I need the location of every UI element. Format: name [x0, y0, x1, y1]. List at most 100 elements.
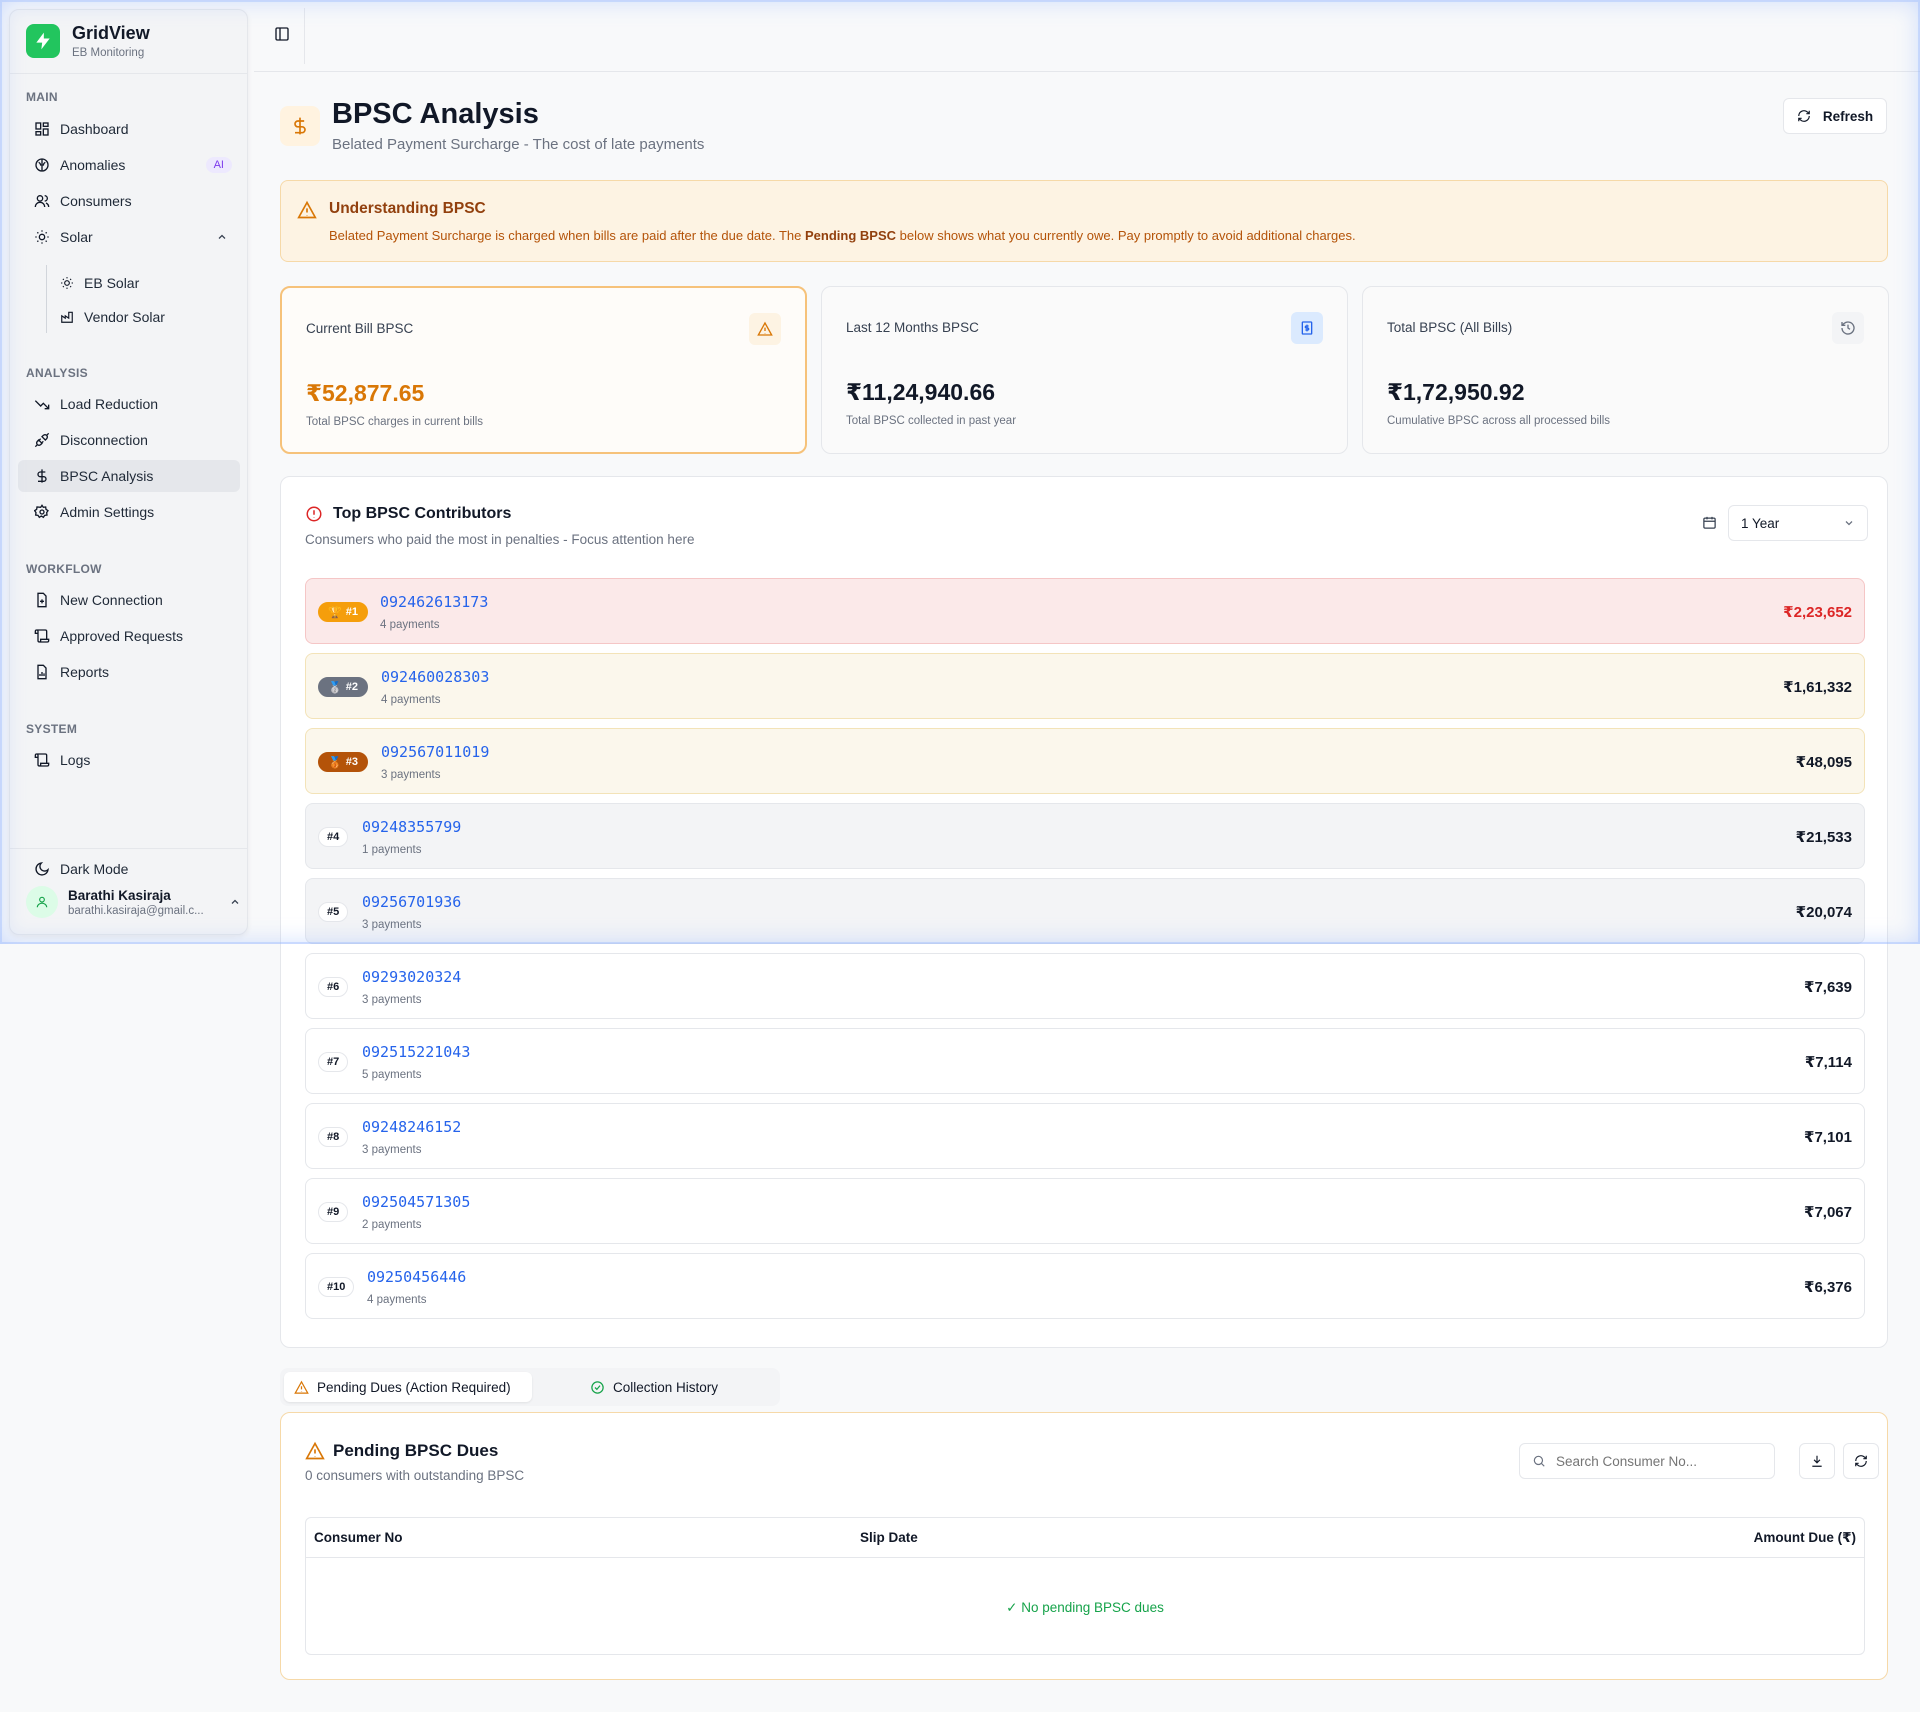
contributor-row[interactable]: #8 09248246152 3 payments ₹7,101	[305, 1103, 1865, 1169]
rank-badge: #5	[318, 902, 349, 922]
tab-pending-dues[interactable]: Pending Dues (Action Required)	[284, 1372, 532, 1402]
pending-title: Pending BPSC Dues	[333, 1441, 499, 1460]
info-banner: Understanding BPSC Belated Payment Surch…	[280, 180, 1888, 262]
topbar	[254, 0, 1920, 72]
consumer-link[interactable]: 092462613173	[380, 593, 488, 611]
sidebar-item-approved-requests[interactable]: Approved Requests	[18, 620, 240, 652]
column-slip-date[interactable]: Slip Date	[860, 1530, 918, 1545]
stat-card-current: Current Bill BPSC ₹52,877.65 Total BPSC …	[280, 286, 807, 454]
consumer-link[interactable]: 092567011019	[381, 743, 489, 761]
amount: ₹7,101	[1804, 1129, 1852, 1146]
sidebar-item-label: Dashboard	[60, 121, 129, 137]
amount: ₹2,23,652	[1783, 604, 1852, 621]
sidebar-item-vendor-solar[interactable]: Vendor Solar	[48, 301, 238, 333]
sidebar-item-consumers[interactable]: Consumers	[18, 185, 240, 217]
contributors-subtitle: Consumers who paid the most in penalties…	[305, 532, 695, 547]
user-email: barathi.kasiraja@gmail.c...	[68, 904, 204, 917]
warning-icon	[305, 1441, 325, 1461]
contributor-row[interactable]: #5 09256701936 3 payments ₹20,074	[305, 878, 1865, 944]
amount: ₹7,114	[1804, 1054, 1852, 1071]
brand[interactable]: GridView EB Monitoring	[26, 23, 150, 59]
rank-badge: 🏆 #1	[318, 602, 368, 622]
consumer-link[interactable]: 09248246152	[362, 1118, 461, 1136]
rank-badge: #9	[318, 1202, 349, 1222]
amount: ₹7,067	[1804, 1204, 1852, 1221]
sidebar-item-solar[interactable]: Solar	[18, 221, 240, 253]
amount: ₹48,095	[1795, 754, 1852, 771]
consumer-link[interactable]: 092504571305	[362, 1193, 470, 1211]
sidebar-item-admin-settings[interactable]: Admin Settings	[18, 496, 240, 528]
sidebar-item-label: Admin Settings	[60, 504, 155, 520]
divider	[304, 8, 305, 64]
user-menu[interactable]: Barathi Kasiraja barathi.kasiraja@gmail.…	[26, 886, 241, 918]
brand-subtitle: EB Monitoring	[72, 46, 145, 59]
consumer-link[interactable]: 09293020324	[362, 968, 461, 986]
contributor-row[interactable]: #4 09248355799 1 payments ₹21,533	[305, 803, 1865, 869]
sidebar: GridView EB Monitoring MAIN Dashboard An…	[9, 9, 248, 935]
warning-icon	[297, 200, 317, 220]
chevron-down-icon	[1843, 517, 1855, 529]
sidebar-item-bpsc-analysis[interactable]: BPSC Analysis	[18, 460, 240, 492]
contributor-row[interactable]: 🏆 #1 092462613173 4 payments ₹2,23,652	[305, 578, 1865, 644]
sidebar-item-anomalies[interactable]: Anomalies AI	[18, 149, 240, 181]
sidebar-item-load-reduction[interactable]: Load Reduction	[18, 388, 240, 420]
sidebar-item-reports[interactable]: Reports	[18, 656, 240, 688]
stat-card-last-12-months: Last 12 Months BPSC ₹11,24,940.66 Total …	[821, 286, 1348, 454]
sidebar-item-disconnection[interactable]: Disconnection	[18, 424, 240, 456]
sidebar-item-dashboard[interactable]: Dashboard	[18, 113, 240, 145]
download-button[interactable]	[1799, 1443, 1835, 1479]
pending-subtitle: 0 consumers with outstanding BPSC	[305, 1468, 525, 1483]
consumer-link[interactable]: 092515221043	[362, 1043, 470, 1061]
sidebar-item-logs[interactable]: Logs	[18, 744, 240, 776]
section-main: MAIN	[26, 90, 58, 104]
table-header: Consumer No Slip Date Amount Due (₹)	[306, 1518, 1864, 1558]
gear-icon	[34, 504, 50, 520]
contributor-row[interactable]: 🥈 #2 092460028303 4 payments ₹1,61,332	[305, 653, 1865, 719]
dark-mode-toggle[interactable]: Dark Mode	[18, 853, 240, 885]
period-select[interactable]: 1 Year	[1728, 505, 1868, 541]
column-amount-due[interactable]: Amount Due (₹)	[1754, 1530, 1856, 1546]
contributor-row[interactable]: #9 092504571305 2 payments ₹7,067	[305, 1178, 1865, 1244]
consumer-link[interactable]: 09248355799	[362, 818, 461, 836]
column-consumer-no[interactable]: Consumer No	[314, 1530, 403, 1545]
empty-state-message: ✓ No pending BPSC dues	[1006, 1600, 1164, 1615]
tab-collection-history[interactable]: Collection History	[580, 1372, 728, 1402]
payment-count: 3 payments	[381, 769, 441, 781]
consumer-link[interactable]: 09250456446	[367, 1268, 466, 1286]
scroll-icon	[34, 628, 50, 644]
sidebar-item-new-connection[interactable]: New Connection	[18, 584, 240, 616]
rank-badge: #6	[318, 977, 349, 997]
sidebar-item-label: Reports	[60, 664, 110, 680]
factory-icon	[60, 310, 74, 324]
rank-badge: #4	[318, 827, 349, 847]
rank-badge: 🥉 #3	[318, 752, 368, 772]
amount: ₹6,376	[1804, 1279, 1852, 1296]
reload-button[interactable]	[1843, 1443, 1879, 1479]
divider	[10, 848, 247, 849]
search-icon	[1532, 1454, 1546, 1468]
contributor-row[interactable]: 🥉 #3 092567011019 3 payments ₹48,095	[305, 728, 1865, 794]
divider	[10, 73, 247, 74]
consumer-link[interactable]: 092460028303	[381, 668, 489, 686]
avatar	[26, 886, 58, 918]
rank-label: #1	[345, 606, 358, 618]
sidebar-toggle-icon[interactable]	[274, 26, 290, 42]
sidebar-item-eb-solar[interactable]: EB Solar	[48, 267, 238, 299]
sun-small-icon	[60, 276, 74, 290]
dues-tabs: Pending Dues (Action Required) Collectio…	[280, 1368, 780, 1406]
consumer-link[interactable]: 09256701936	[362, 893, 461, 911]
contributor-row[interactable]: #10 09250456446 4 payments ₹6,376	[305, 1253, 1865, 1319]
section-system: SYSTEM	[26, 722, 78, 736]
check-circle-icon	[590, 1380, 605, 1395]
contributors-title: Top BPSC Contributors	[333, 505, 512, 522]
contributor-row[interactable]: #6 09293020324 3 payments ₹7,639	[305, 953, 1865, 1019]
sidebar-item-label: Vendor Solar	[84, 309, 165, 325]
contributor-row[interactable]: #7 092515221043 5 payments ₹7,114	[305, 1028, 1865, 1094]
users-icon	[34, 193, 50, 209]
brand-name: GridView	[72, 23, 150, 43]
search-input[interactable]	[1556, 1453, 1756, 1469]
page-title: BPSC Analysis	[332, 98, 539, 130]
payment-count: 3 payments	[362, 1144, 422, 1156]
search-field[interactable]	[1519, 1443, 1775, 1479]
refresh-button[interactable]: Refresh	[1783, 98, 1887, 134]
